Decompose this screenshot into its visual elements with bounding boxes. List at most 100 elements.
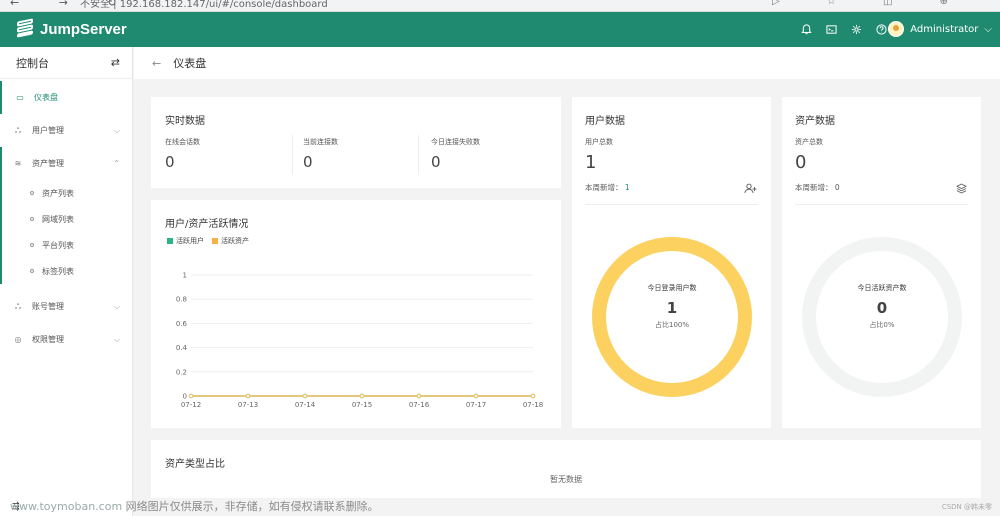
data-point [188,393,194,399]
sidebar-subitem-domain-list[interactable]: 网域列表 [2,206,132,232]
sidebar-item-accounts[interactable]: ஃ 账号管理 ⌵ [0,290,132,323]
data-point [245,393,251,399]
gear-icon[interactable] [849,22,863,36]
sidebar-subitem-label-list[interactable]: 标签列表 [2,258,132,284]
x-tick-label: 07-12 [181,401,201,409]
x-tick-label: 07-15 [352,401,372,409]
bullet-icon [30,191,34,195]
shield-icon: ◎ [14,335,22,344]
metric-label: 当前连接数 [303,138,338,146]
ring-percent: 占比100% [654,321,689,329]
empty-state: 暂无数据 [550,475,582,484]
ring-label: 今日登录用户数 [647,284,697,292]
activity-chart-card: 用户/资产活跃情况 活跃用户 活跃资产 0 0.2 0.4 0.6 0.8 1 07-12 0… [151,200,561,428]
metric-value: 0 [165,153,175,171]
collapse-toggle-icon[interactable]: ⇄ [111,56,120,69]
card-title: 资产数据 [795,116,835,127]
account-icon: ஃ [14,301,22,311]
watermark-domain: www.toymoban.com [10,500,123,513]
subitem-label: 标签列表 [42,266,74,276]
user-new-this-week: 本周新增： 1 [585,182,630,193]
data-point [359,393,365,399]
card-title: 实时数据 [165,116,205,127]
x-tick-label: 07-14 [295,401,316,409]
user-total-label: 用户总数 [585,138,613,146]
user-menu[interactable]: Administrator ⌵ [888,21,992,37]
browser-toolbar: ← → ↻ 不安全 | 192.168.182.147/ui/#/console… [0,0,1000,12]
terminal-icon[interactable] [824,22,838,36]
ring-percent: 占比0% [869,321,895,329]
subitem-label: 网域列表 [42,214,74,224]
x-tick-label: 07-18 [523,401,543,409]
asset-type-card: 资产类型占比 暂无数据 [151,440,981,498]
chevron-down-icon: ⌵ [984,23,992,35]
data-point [302,393,308,399]
help-icon[interactable] [874,22,888,36]
sidebar-item-dashboard[interactable]: ▭ 仪表盘 [0,81,132,114]
sidebar-title: 控制台 [16,56,49,70]
sidebar-item-label: 资产管理 [32,159,64,168]
sidebar-item-users[interactable]: ஃ 用户管理 ⌵ [0,114,132,147]
ring-value: 0 [876,299,888,317]
asset-total-label: 资产总数 [795,138,823,146]
page-header: ← 仪表盘 [134,47,1000,79]
new-value: 0 [834,183,840,192]
watermark-text: 网络图片仅供展示，非存储，如有侵权请联系删除。 [122,500,379,513]
ring-value: 1 [666,299,678,317]
asset-total-value: 0 [795,152,807,173]
address-bar[interactable]: 不安全 | 192.168.182.147/ui/#/console/dashb… [80,0,328,10]
realtime-card: 实时数据 在线会话数 0 当前连接数 0 今日连接失败数 0 [151,97,561,188]
metric-current-connections: 当前连接数 0 [303,137,413,171]
chevron-down-icon: ⌵ [113,125,120,135]
card-title: 资产类型占比 [165,459,225,470]
y-tick-label: 0.6 [176,320,188,328]
sidebar-item-label: 权限管理 [32,335,64,344]
bullet-icon [30,269,34,273]
bullet-icon [30,217,34,221]
metric-label: 今日连接失败数 [431,138,480,146]
page-title: 仪表盘 [173,57,207,70]
brand-logo[interactable]: JumpServer [16,18,127,38]
top-header: JumpServer Administrator ⌵ [0,12,1000,47]
asset-management-group: ≋ 资产管理 ⌃ 资产列表 网域列表 平台列表 标签列表 [0,147,132,284]
y-tick-label: 0.2 [176,368,187,376]
bell-icon[interactable] [799,22,813,36]
x-tick-label: 07-17 [466,401,486,409]
metric-online-sessions: 在线会话数 0 [165,137,291,171]
activity-line-chart: 0 0.2 0.4 0.6 0.8 1 07-12 07-13 07-14 07-15 07-16 0… [176,272,543,410]
user-data-card: 用户数据 用户总数 1 本周新增： 1 今日登录用户数 1 占比100% [572,97,771,428]
subitem-label: 资产列表 [42,188,74,198]
browser-tools[interactable]: ▷ ☆ ◫ ⊕ [772,0,970,7]
sidebar-item-permissions[interactable]: ◎ 权限管理 ⌵ [0,323,132,356]
subitem-label: 平台列表 [42,240,74,250]
x-tick-label: 07-13 [238,401,258,409]
metric-value: 0 [431,153,441,171]
data-point [416,393,422,399]
y-tick-label: 0.4 [176,344,188,352]
sidebar-subitem-platform-list[interactable]: 平台列表 [2,232,132,258]
users-icon: ஃ [14,125,22,135]
metric-value: 0 [303,153,313,171]
sidebar: 控制台 ⇄ ▭ 仪表盘 ஃ 用户管理 ⌵ ≋ 资产管理 ⌃ 资产列表 网域列表 … [0,47,133,516]
back-arrow-icon[interactable]: ← [152,57,161,70]
sidebar-item-label: 仪表盘 [34,93,58,102]
data-point [530,393,536,399]
new-label: 本周新增： [795,183,833,192]
y-tick-label: 1 [183,272,187,280]
asset-data-card: 资产数据 资产总数 0 本周新增： 0 今日活跃资产数 0 占比0% [782,97,981,428]
sidebar-item-assets[interactable]: ≋ 资产管理 ⌃ [2,147,132,180]
chevron-down-icon: ⌵ [113,334,120,344]
username: Administrator [910,23,979,35]
ring-label: 今日活跃资产数 [857,284,907,292]
brand-name: JumpServer [40,20,127,38]
user-total-value: 1 [585,152,597,173]
credit-text: CSDN @韩未零 [941,503,992,511]
x-tick-label: 07-16 [409,401,430,409]
new-label: 本周新增： [585,183,623,192]
logo-icon [16,18,34,38]
watermark: www.toymoban.com 网络图片仅供展示，非存储，如有侵权请联系删除。 [10,498,379,514]
sidebar-subitem-asset-list[interactable]: 资产列表 [2,180,132,206]
y-tick-label: 0 [183,393,187,401]
y-tick-label: 0.8 [176,296,187,304]
sidebar-item-label: 用户管理 [32,126,64,135]
